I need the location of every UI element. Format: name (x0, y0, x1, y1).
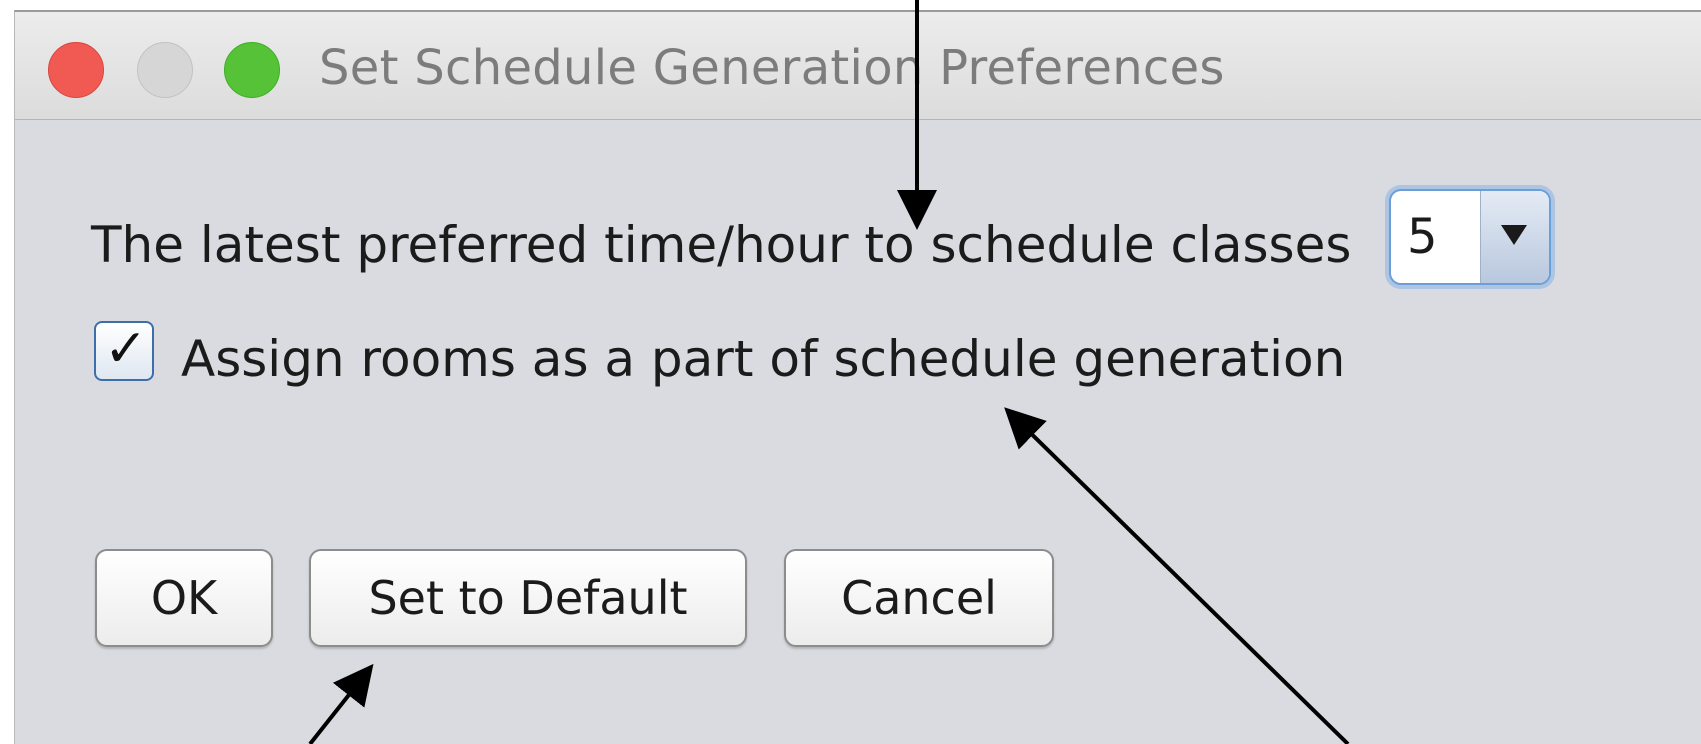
ok-button[interactable]: OK (95, 549, 273, 647)
assign-rooms-checkbox[interactable]: ✓ (94, 319, 154, 381)
preferences-dialog: Set Schedule Generation Preferences The … (14, 10, 1701, 744)
dropdown-toggle[interactable] (1480, 191, 1549, 283)
assign-rooms-label[interactable]: Assign rooms as a part of schedule gener… (181, 330, 1345, 388)
zoom-window-button[interactable] (224, 42, 280, 98)
latest-time-dropdown[interactable]: 5 (1389, 189, 1551, 285)
set-to-default-button[interactable]: Set to Default (309, 549, 747, 647)
latest-time-value: 5 (1407, 209, 1438, 265)
checkmark-icon: ✓ (104, 319, 148, 379)
close-window-button[interactable] (48, 42, 104, 98)
cancel-button[interactable]: Cancel (784, 549, 1054, 647)
window-title: Set Schedule Generation Preferences (319, 40, 1225, 96)
latest-time-label: The latest preferred time/hour to schedu… (91, 216, 1352, 274)
title-bar: Set Schedule Generation Preferences (15, 12, 1701, 120)
minimize-window-button[interactable] (137, 42, 193, 98)
chevron-down-icon (1501, 225, 1527, 245)
screenshot-page: Set Schedule Generation Preferences The … (0, 0, 1701, 744)
